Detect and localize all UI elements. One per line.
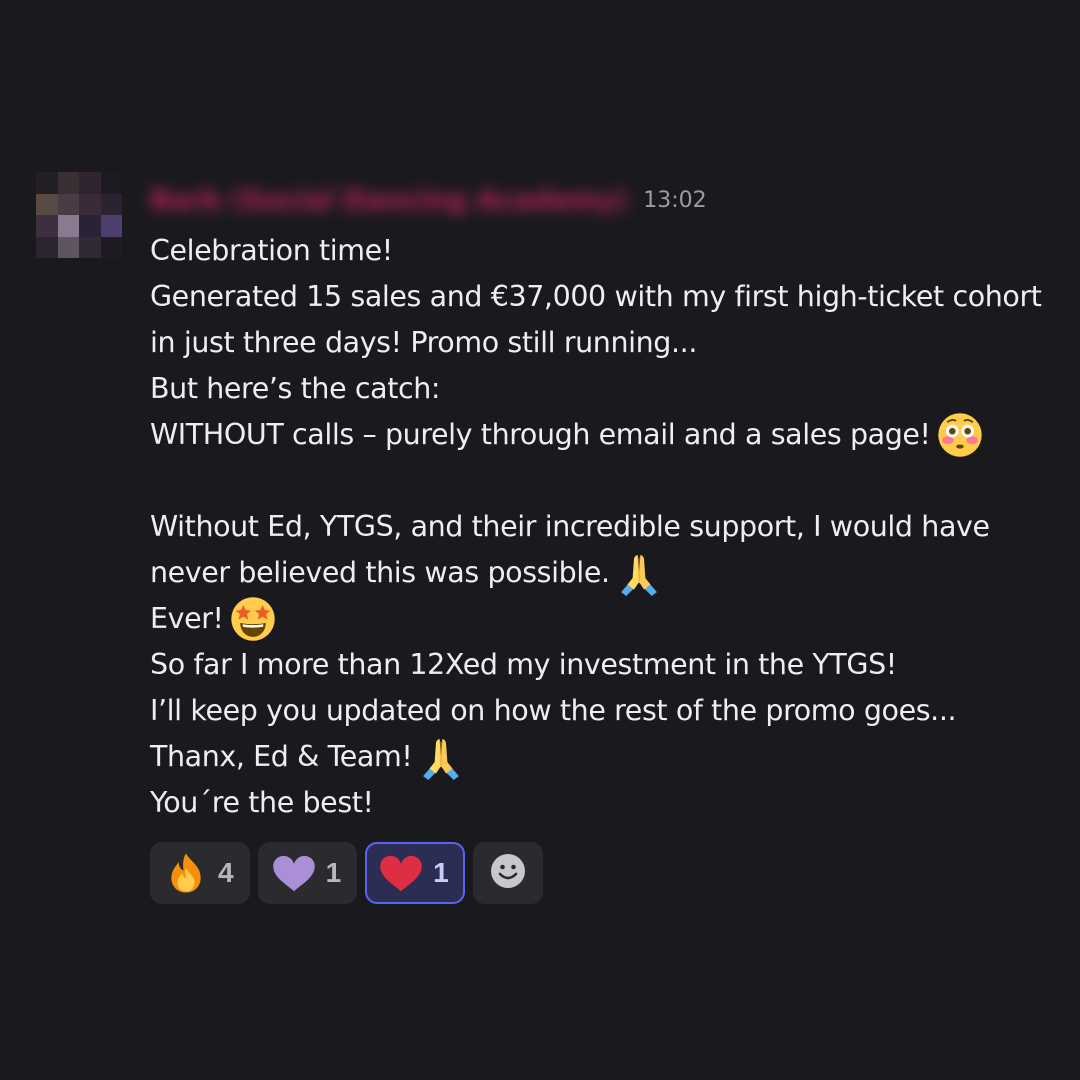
folded-hands-emoji: [616, 550, 662, 596]
avatar-pixel: [100, 172, 122, 194]
flushed-face-emoji: [937, 412, 983, 458]
avatar-pixel: [57, 236, 79, 258]
message-body: Barb (Social Dancing Academy) 13:02 Cele…: [150, 172, 1066, 904]
avatar-pixel: [100, 193, 122, 215]
message-line: Thanx, Ed & Team!: [150, 734, 1066, 780]
message-content: Celebration time! Generated 15 sales and …: [150, 228, 1066, 826]
avatar-pixel: [79, 236, 101, 258]
message-line: WITHOUT calls – purely through email and…: [150, 412, 1066, 458]
message-line-text: So far I more than 12Xed my investment i…: [150, 648, 897, 681]
avatar-pixel: [36, 215, 58, 237]
reaction-count: 4: [218, 857, 234, 888]
avatar-pixel: [57, 215, 79, 237]
message-line-text: Celebration time!: [150, 234, 393, 267]
message-line-text: Without Ed, YTGS, and their incredible s…: [150, 510, 990, 543]
message-line: Without Ed, YTGS, and their incredible s…: [150, 504, 1066, 550]
message-timestamp: 13:02: [643, 187, 707, 213]
message-line: You´re the best!: [150, 780, 1066, 826]
message-line-text: Generated 15 sales and €37,000 with my f…: [150, 280, 1042, 313]
message-line-text: Ever!: [150, 602, 224, 635]
smiley-add-reaction-icon: [490, 853, 526, 893]
message-line-text: But here’s the catch:: [150, 372, 441, 405]
avatar-pixel: [79, 172, 101, 194]
folded-hands-emoji: [418, 734, 464, 780]
message-line-text: in just three days! Promo still running.…: [150, 326, 697, 359]
message-line-text: WITHOUT calls – purely through email and…: [150, 418, 931, 451]
message-line: But here’s the catch:: [150, 366, 1066, 412]
avatar-pixel: [100, 215, 122, 237]
avatar-pixel: [100, 236, 122, 258]
reactions-bar: 4 1 1: [150, 842, 1066, 904]
avatar-pixel: [79, 215, 101, 237]
message-line: Ever!: [150, 596, 1066, 642]
avatar-pixel: [36, 172, 58, 194]
message-header: Barb (Social Dancing Academy) 13:02: [150, 172, 1066, 228]
message-line-text: You´re the best!: [150, 786, 374, 819]
avatar[interactable]: [36, 172, 122, 258]
message-line: Generated 15 sales and €37,000 with my f…: [150, 274, 1066, 320]
message-line: in just three days! Promo still running.…: [150, 320, 1066, 366]
reaction-count: 1: [325, 857, 342, 888]
avatar-pixel: [79, 193, 101, 215]
reaction-button-red-heart[interactable]: 1: [365, 842, 465, 904]
message-line: [150, 458, 1066, 504]
add-reaction-button[interactable]: [472, 842, 543, 904]
star-struck-emoji: [230, 596, 276, 642]
author-name[interactable]: Barb (Social Dancing Academy): [150, 185, 627, 216]
reaction-button-fire[interactable]: 4: [150, 842, 250, 904]
message-line-text: Thanx, Ed & Team!: [150, 740, 413, 773]
reaction-button-purple-heart[interactable]: 1: [257, 842, 358, 904]
avatar-pixel: [36, 193, 58, 215]
reaction-count: 1: [433, 857, 449, 888]
message-line: I’ll keep you updated on how the rest of…: [150, 688, 1066, 734]
message-line: Celebration time!: [150, 228, 1066, 274]
message-line: So far I more than 12Xed my investment i…: [150, 642, 1066, 688]
message-line-text: never believed this was possible.: [150, 556, 610, 589]
avatar-pixel: [57, 172, 79, 194]
message-line-text: I’ll keep you updated on how the rest of…: [150, 694, 957, 727]
red-heart-emoji: [379, 851, 423, 895]
avatar-pixel: [36, 236, 58, 258]
message-line: never believed this was possible.: [150, 550, 1066, 596]
avatar-pixel: [57, 193, 79, 215]
fire-emoji: [164, 851, 208, 895]
purple-heart-emoji: [272, 851, 316, 895]
